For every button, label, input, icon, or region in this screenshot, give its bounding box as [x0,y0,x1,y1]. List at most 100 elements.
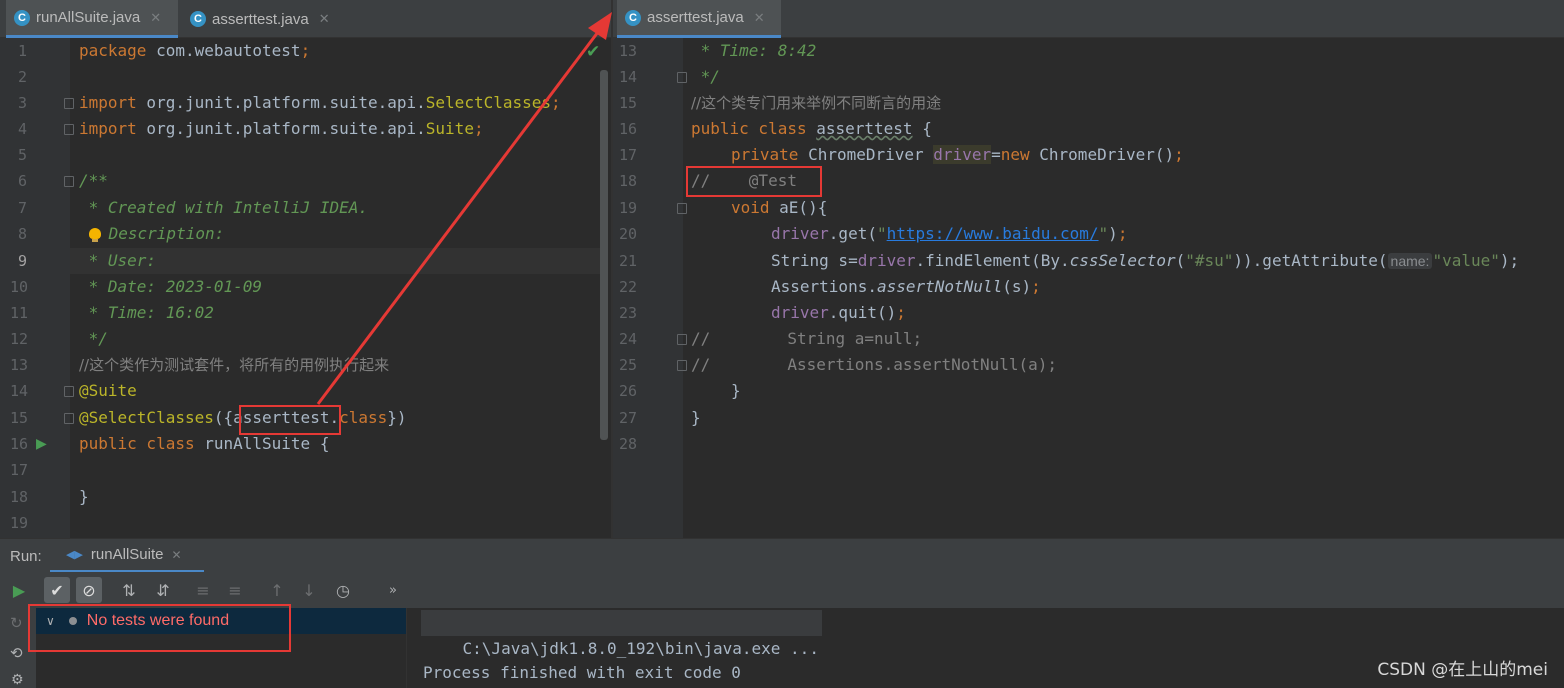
fold-marker-icon[interactable] [677,360,687,371]
tab-runallsuite[interactable]: C runAllSuite.java ✕ [6,0,178,38]
method-call: assertNotNull [876,277,1003,296]
code-line: */ [691,67,720,86]
next-failed-icon[interactable]: ↓ [296,577,322,603]
parameter-hint: name: [1387,253,1433,269]
line-number: 7 [18,199,28,217]
tab-label: asserttest.java [212,10,309,28]
line-number: 10 [10,278,29,296]
fold-marker-icon[interactable] [64,98,74,109]
keyword: new [1000,145,1030,164]
code-line: package com.webautotest; [79,38,310,64]
show-ignored-icon[interactable]: ⊘ [76,577,102,603]
line-number: 12 [10,330,29,348]
code-text: ChromeDriver() [1029,145,1175,164]
code-line: Assertions.assertNotNull(s); [771,274,1041,300]
right-editor[interactable]: 13 14 15 16 17 18 19 20 21 22 23 24 25 2… [613,38,1564,538]
line-number: 21 [619,252,638,270]
close-icon[interactable]: ✕ [171,548,181,562]
line-number: 8 [18,225,28,243]
line-number: 13 [10,356,29,374]
fold-marker-icon[interactable] [64,176,74,187]
tab-asserttest-right[interactable]: C asserttest.java ✕ [617,0,781,38]
code-text: )).getAttribute( [1233,251,1388,270]
keyword: class [339,408,388,427]
line-number: 26 [619,382,638,400]
console-command-line[interactable]: C:\Java\jdk1.8.0_192\bin\java.exe ... [421,610,822,658]
sort-duration-icon[interactable]: ⇵ [150,577,176,603]
left-editor[interactable]: ✔ 1 2 3 4 5 6 7 8 9 10 11 12 13 14 15 16… [0,38,611,538]
close-icon[interactable]: ✕ [319,11,330,27]
code-line: } [691,408,701,427]
close-icon[interactable]: ✕ [754,10,765,26]
line-number: 11 [10,304,29,322]
field-name: driver [933,145,992,164]
keyword: import [79,119,137,138]
code-line: //这个类专门用来举例不同断言的用途 [691,94,942,112]
line-number: 6 [18,172,28,190]
string-literal: "value" [1432,251,1500,270]
fold-marker-icon[interactable] [677,203,687,214]
line-number: 18 [10,488,29,506]
fold-marker-icon[interactable] [64,124,74,135]
code-line: @Suite [79,381,137,400]
line-number: 17 [619,146,638,164]
expand-all-icon[interactable]: ≡ [190,577,216,603]
line-number: 15 [619,94,638,112]
semicolon: ; [551,93,561,112]
code-text: org.junit.platform.suite.api. [136,93,426,112]
class-icon: C [190,11,206,27]
code-line: // Assertions.assertNotNull(a); [691,355,1058,374]
code-text: .quit() [828,303,897,322]
history-icon[interactable]: ◷ [330,577,356,603]
code-line: Description: [99,224,225,243]
code-line: } [79,487,89,506]
code-text: ({ [213,408,234,427]
method-call: cssSelector [1069,251,1176,270]
code-text: ChromeDriver [798,145,934,164]
code-text: }) [387,408,407,427]
semicolon: ; [473,119,484,138]
code-text: String s= [771,251,858,270]
inspection-ok-icon: ✔ [586,42,601,62]
line-number: 4 [18,120,28,138]
fold-marker-icon[interactable] [64,413,74,424]
line-number: 18 [619,172,638,190]
string-literal: " [1098,224,1109,243]
run-tab[interactable]: ◀▶ runAllSuite ✕ [50,539,204,573]
semicolon: ; [1031,277,1041,296]
code-line: driver.get("https://www.baidu.com/"); [771,221,1127,247]
prev-failed-icon[interactable]: ↑ [264,577,290,603]
url-link[interactable]: https://www.baidu.com/ [887,224,1099,243]
run-icon[interactable]: ▶ [6,577,32,603]
code-line: */ [79,329,108,348]
code-line: void aE(){ [731,195,827,221]
close-icon[interactable]: ✕ [150,10,161,26]
settings-icon[interactable]: ⚙ [11,672,24,688]
sort-alpha-icon[interactable]: ⇅ [116,577,142,603]
fold-marker-icon[interactable] [677,334,687,345]
keyword: package [79,41,147,60]
toggle-auto-test-icon[interactable]: ⟲ [10,644,23,662]
left-tab-bar: C runAllSuite.java ✕ C asserttest.java ✕ [0,0,611,38]
highlight-box-asserttest [239,405,341,435]
console-output[interactable]: C:\Java\jdk1.8.0_192\bin\java.exe ... Pr… [406,608,1564,688]
tab-asserttest[interactable]: C asserttest.java ✕ [182,0,342,38]
code-text: = [991,145,1001,164]
code-text: { [912,119,932,138]
rerun-failed-icon[interactable]: ↻ [10,614,23,632]
code-line: } [731,381,741,400]
collapse-all-icon[interactable]: ≡ [222,577,248,603]
line-number: 22 [619,278,638,296]
field-name: driver [857,251,916,270]
line-number: 16 [619,120,638,138]
scrollbar[interactable] [600,70,608,440]
fold-marker-icon[interactable] [677,72,687,83]
run-gutter-icon[interactable]: ▶ [36,436,47,452]
fold-marker-icon[interactable] [64,386,74,397]
highlight-box-test-annotation [686,166,822,197]
line-number: 5 [18,146,28,164]
show-passed-icon[interactable]: ✔ [44,577,70,603]
line-number: 9 [18,252,28,270]
more-icon[interactable]: » [380,577,406,603]
tab-label: asserttest.java [647,9,744,26]
